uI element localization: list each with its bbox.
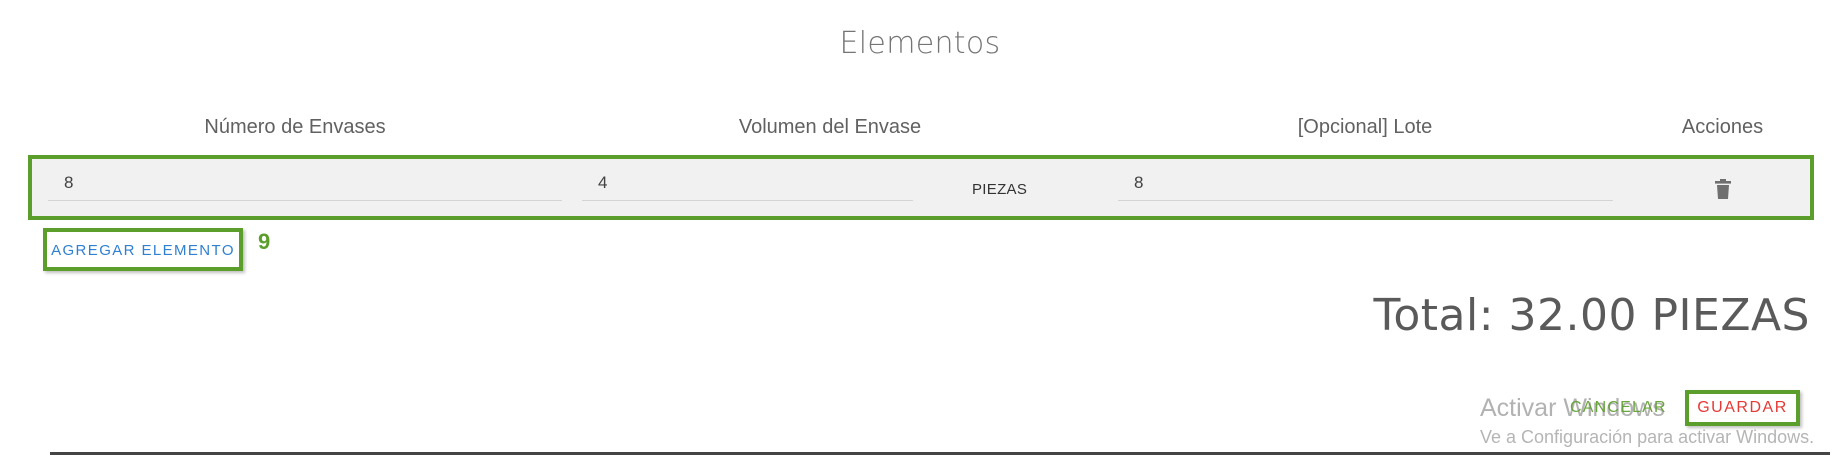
total-summary: Total: 32.00 PIEZAS bbox=[1373, 290, 1810, 341]
step-marker: 9 bbox=[258, 229, 271, 254]
lote-input[interactable]: 8 bbox=[1118, 173, 1613, 201]
volumen-envase-input[interactable]: 4 bbox=[582, 173, 913, 201]
unit-label: PIEZAS bbox=[972, 181, 1028, 198]
trash-icon[interactable] bbox=[1715, 179, 1731, 199]
numero-envases-input[interactable]: 8 bbox=[48, 173, 562, 201]
add-element-button[interactable]: AGREGAR ELEMENTO bbox=[43, 228, 243, 271]
windows-watermark-subtitle: Ve a Configuración para activar Windows. bbox=[1480, 427, 1815, 447]
column-header-numero-envases: Número de Envases bbox=[204, 116, 386, 138]
save-button[interactable]: GUARDAR bbox=[1685, 390, 1800, 426]
table-row: 8 4 PIEZAS 8 bbox=[28, 155, 1814, 220]
column-header-acciones: Acciones bbox=[1681, 116, 1764, 138]
cancel-button[interactable]: CANCELAR bbox=[1570, 399, 1667, 417]
column-header-lote: [Opcional] Lote bbox=[1297, 116, 1433, 138]
column-header-volumen-envase: Volumen del Envase bbox=[738, 116, 922, 138]
section-title: Elementos bbox=[839, 26, 1001, 61]
